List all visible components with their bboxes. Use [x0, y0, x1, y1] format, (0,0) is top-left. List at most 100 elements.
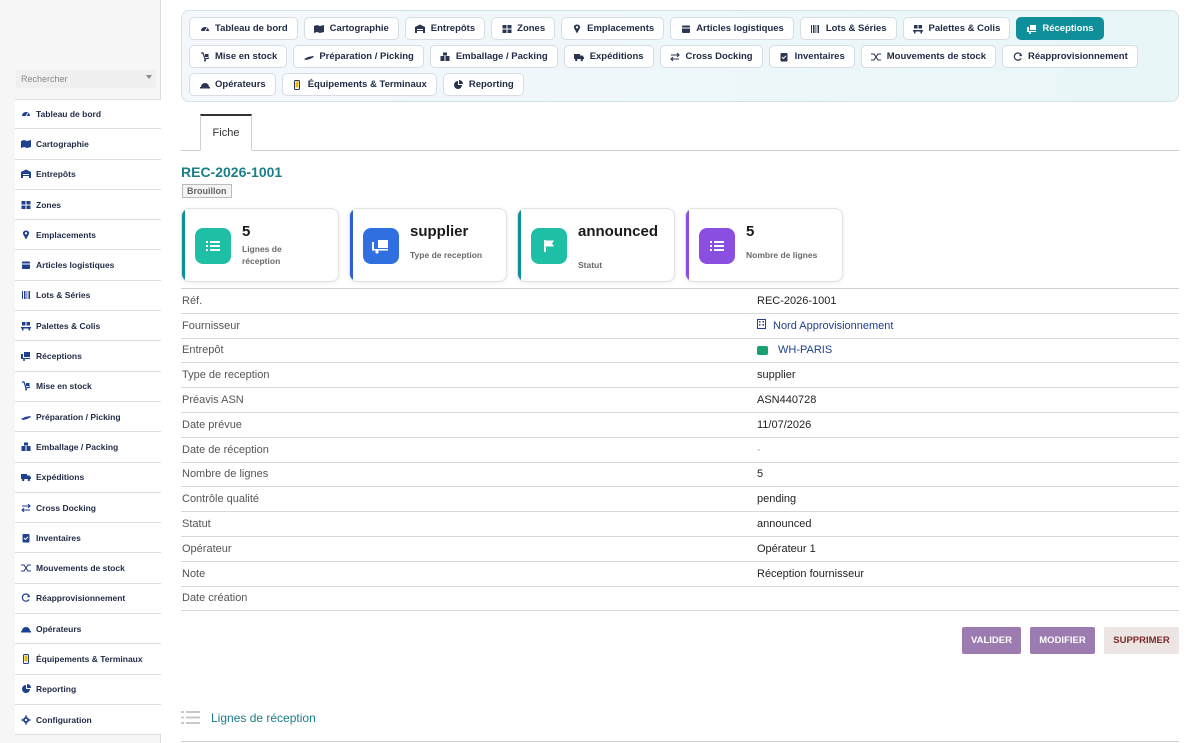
tab-lots-s-ries[interactable]: Lots & Séries [799, 17, 897, 40]
kpi-card: 5 Nombre de lignes [685, 208, 843, 282]
dashboard-icon [199, 24, 210, 34]
tab-label: Opérateurs [215, 79, 266, 90]
tab-label: Reporting [468, 79, 514, 90]
tab-cartographie[interactable]: Cartographie [303, 17, 399, 40]
tab-mise-en-stock[interactable]: Mise en stock [189, 45, 288, 68]
tab-mouvements-de-stock[interactable]: Mouvements de stock [860, 45, 996, 68]
tab-label: Inventaires [794, 51, 845, 62]
tab-exp-ditions[interactable]: Expéditions [563, 45, 654, 68]
tab-articles-logistiques[interactable]: Articles logistiques [670, 17, 794, 40]
tab-label: Emplacements [587, 23, 655, 34]
sidebar-item-quipements-terminaux[interactable]: Équipements & Terminaux [15, 644, 161, 675]
tab-r-ceptions[interactable]: Réceptions [1016, 17, 1104, 40]
sidebar-menu: Tableau de bord Cartographie Entrepôts Zone… [15, 99, 161, 736]
sidebar-item-label: Réapprovisionnement [36, 593, 126, 604]
tab-palettes-colis[interactable]: Palettes & Colis [902, 17, 1011, 40]
sidebar-item-label: Équipements & Terminaux [36, 653, 143, 664]
content-tabbar: Fiche [181, 114, 1179, 151]
tab-inventaires[interactable]: Inventaires [768, 45, 855, 68]
warehouse-icon [21, 169, 31, 179]
tab-fiche[interactable]: Fiche [200, 114, 252, 151]
grid-icon [501, 24, 512, 34]
sidebar-item-op-rateurs[interactable]: Opérateurs [15, 614, 161, 645]
list-icon [699, 228, 735, 264]
location-pin-icon [571, 24, 582, 34]
truck-icon [574, 52, 585, 62]
validate-button[interactable]: VALIDER [962, 627, 1021, 654]
sidebar-item-label: Cross Docking [36, 502, 96, 513]
tab-tableau-de-bord[interactable]: Tableau de bord [189, 17, 298, 40]
tab-reporting[interactable]: Reporting [442, 73, 524, 96]
kpi-card: supplier Type de reception [349, 208, 507, 282]
tab-label: Articles logistiques [696, 23, 784, 34]
detail-label: Date création [182, 592, 248, 605]
empty-value: - [757, 443, 761, 456]
tab-label: Cross Docking [685, 51, 753, 62]
kpi-label: Lignes de réception [242, 244, 282, 266]
detail-label: Préavis ASN [182, 394, 244, 407]
dolly-icon [199, 51, 210, 62]
tab-label: Équipements & Terminaux [307, 79, 427, 90]
pie-chart-icon [21, 684, 31, 694]
detail-value-text[interactable]: WH-PARIS [778, 344, 832, 356]
chevron-down-icon[interactable] [146, 75, 152, 79]
tab-entrep-ts[interactable]: Entrepôts [404, 17, 486, 40]
sidebar-item-configuration[interactable]: Configuration [15, 704, 161, 736]
kpi-value: announced [578, 223, 659, 240]
tab-op-rateurs[interactable]: Opérateurs [189, 73, 276, 96]
sidebar-item-entrep-ts[interactable]: Entrepôts [15, 159, 161, 190]
sidebar-item-mise-en-stock[interactable]: Mise en stock [15, 371, 161, 402]
sidebar-item-inventaires[interactable]: Inventaires [15, 523, 161, 554]
detail-value-text: supplier [757, 369, 796, 382]
sidebar-item-label: Préparation / Picking [36, 411, 121, 422]
helmet-icon [199, 80, 210, 90]
sidebar-item-label: Articles logistiques [36, 260, 115, 271]
delete-button[interactable]: SUPPRIMER [1104, 627, 1179, 654]
sidebar-item-zones[interactable]: Zones [15, 189, 161, 221]
sidebar-item-emplacements[interactable]: Emplacements [15, 220, 161, 251]
search-select[interactable]: Rechercher [16, 70, 156, 88]
sidebar-item-reporting[interactable]: Reporting [15, 674, 161, 705]
sidebar-item-r-approvisionnement[interactable]: Réapprovisionnement [15, 583, 161, 615]
map-icon [314, 24, 325, 34]
truck-loading-icon [363, 228, 399, 264]
detail-row: Entrepôt WH-PARIS [181, 339, 1179, 364]
sidebar-item-tableau-de-bord[interactable]: Tableau de bord [15, 99, 161, 130]
app-root: Rechercher Tableau de bord Cartographie En… [0, 0, 1200, 743]
sidebar-item-label: Mise en stock [36, 381, 92, 392]
sidebar-item-r-ceptions[interactable]: Réceptions [15, 341, 161, 372]
tab-label: Expéditions [589, 51, 644, 62]
modify-button[interactable]: MODIFIER [1030, 627, 1095, 654]
tab-zones[interactable]: Zones [491, 17, 556, 40]
tab-emballage-packing[interactable]: Emballage / Packing [429, 45, 558, 68]
tab-pr-paration-picking[interactable]: Préparation / Picking [293, 45, 424, 68]
lines-section-header: Lignes de réception [181, 710, 316, 725]
sidebar-item-pr-paration-picking[interactable]: Préparation / Picking [15, 401, 161, 433]
pie-chart-icon [453, 79, 464, 90]
location-pin-icon [21, 230, 31, 240]
sidebar-item-cartographie[interactable]: Cartographie [15, 129, 161, 160]
tab-emplacements[interactable]: Emplacements [561, 17, 665, 40]
list-icon [181, 711, 200, 724]
detail-value-text[interactable]: Nord Approvisionnement [773, 320, 893, 332]
sidebar-item-lots-s-ries[interactable]: Lots & Séries [15, 280, 161, 312]
mobile-icon [21, 653, 31, 664]
sidebar-item-emballage-packing[interactable]: Emballage / Packing [15, 432, 161, 463]
hand-icon [21, 412, 31, 422]
tab-quipements-terminaux[interactable]: Équipements & Terminaux [281, 73, 437, 96]
sidebar-item-mouvements-de-stock[interactable]: Mouvements de stock [15, 553, 161, 584]
detail-value[interactable]: WH-PARIS [757, 344, 832, 356]
detail-value: 11/07/2026 [757, 419, 811, 431]
sidebar-item-exp-ditions[interactable]: Expéditions [15, 462, 161, 493]
detail-value[interactable]: Nord Approvisionnement [757, 319, 893, 332]
tab-label: Tableau de bord [215, 23, 288, 34]
sidebar-item-label: Opérateurs [36, 623, 82, 634]
kpi-card: 5 Lignes de réception [181, 208, 339, 282]
sidebar-item-articles-logistiques[interactable]: Articles logistiques [15, 250, 161, 281]
sidebar-item-cross-docking[interactable]: Cross Docking [15, 492, 161, 524]
tab-r-approvisionnement[interactable]: Réapprovisionnement [1002, 45, 1138, 68]
tab-cross-docking[interactable]: Cross Docking [659, 45, 763, 68]
dashboard-icon [21, 109, 31, 119]
sidebar-item-palettes-colis[interactable]: Palettes & Colis [15, 311, 161, 342]
sidebar-item-label: Réceptions [36, 351, 82, 362]
